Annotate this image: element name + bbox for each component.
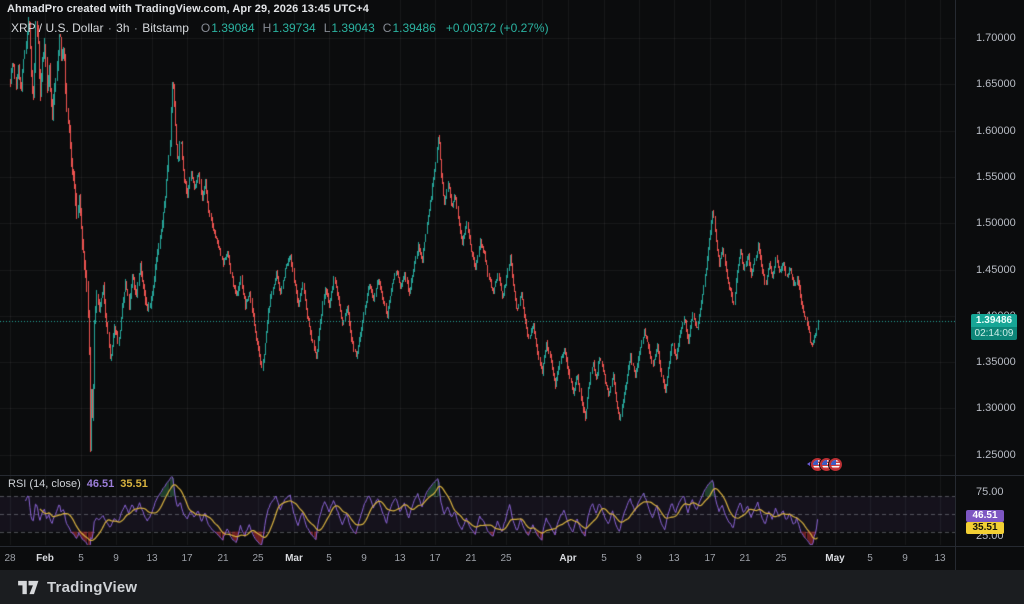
time-axis[interactable]: 28 Feb 5 9 13 17 21 25 Mar 5 9 13 17 21 25 Apr 5 9 13 17 21 2… [0, 546, 1024, 570]
us-flag-event-icon[interactable] [829, 458, 842, 471]
time-tick-label: 17 [181, 553, 192, 564]
change-value: +0.00372 (+0.27%) [446, 21, 549, 35]
time-tick-label: 28 [4, 553, 15, 564]
time-tick-label: 5 [78, 553, 84, 564]
time-tick-label: 5 [601, 553, 607, 564]
price-tick-label: 1.60000 [976, 125, 1016, 137]
time-month-label: Apr [559, 553, 576, 564]
tradingview-logo-icon[interactable] [17, 579, 40, 596]
price-tick-label: 1.65000 [976, 78, 1016, 90]
price-tick-label: 1.70000 [976, 32, 1016, 44]
high-value: 1.39734 [272, 21, 315, 35]
low-value: 1.39043 [331, 21, 374, 35]
price-tick-label: 1.30000 [976, 402, 1016, 414]
interval-label: 3h [116, 21, 129, 35]
close-label: C [383, 21, 392, 35]
high-label: H [263, 21, 272, 35]
symbol-name: XRP / U.S. Dollar [11, 21, 103, 35]
price-tick-label: 1.55000 [976, 171, 1016, 183]
open-value: 1.39084 [211, 21, 254, 35]
time-tick-label: 25 [500, 553, 511, 564]
footer-bar: TradingView [0, 570, 1024, 604]
time-month-label: Feb [36, 553, 54, 564]
low-label: L [324, 21, 331, 35]
time-tick-label: 9 [113, 553, 119, 564]
time-tick-label: 5 [326, 553, 332, 564]
chart-root: AhmadPro created with TradingView.com, A… [0, 0, 1024, 604]
exchange-label: Bitstamp [142, 21, 189, 35]
price-tick-label: 1.35000 [976, 356, 1016, 368]
price-tick-label: 1.45000 [976, 264, 1016, 276]
last-price-value: 1.39486 [971, 314, 1017, 327]
tradingview-brand[interactable]: TradingView [47, 579, 137, 596]
time-tick-label: 13 [934, 553, 945, 564]
time-tick-label: 5 [867, 553, 873, 564]
rsi-title[interactable]: RSI (14, close) [8, 478, 81, 490]
price-tick-label: 1.25000 [976, 449, 1016, 461]
close-value: 1.39486 [392, 21, 435, 35]
last-price-badge: 1.39486 02:14:09 [971, 314, 1017, 340]
price-tick-label: 1.50000 [976, 217, 1016, 229]
time-tick-label: 13 [146, 553, 157, 564]
time-tick-label: 9 [361, 553, 367, 564]
rsi-value: 46.51 [87, 478, 115, 490]
price-axis[interactable]: 1.70000 1.65000 1.60000 1.55000 1.50000 1.450… [955, 0, 1024, 570]
time-tick-label: 13 [668, 553, 679, 564]
ohlc-values: O1.39084 H1.39734 L1.39043 C1.39486 +0.0… [201, 21, 549, 35]
legend-separator: · [133, 21, 139, 35]
rsi-legend: RSI (14, close) 46.51 35.51 [8, 478, 148, 490]
time-tick-label: 21 [465, 553, 476, 564]
time-tick-label: 21 [217, 553, 228, 564]
time-month-label: May [825, 553, 844, 564]
rsi-tick-label: 75.00 [976, 486, 1004, 498]
attribution-text: AhmadPro created with TradingView.com, A… [7, 3, 369, 15]
time-tick-label: 17 [704, 553, 715, 564]
symbol-title[interactable]: XRP / U.S. Dollar · 3h · Bitstamp [11, 21, 189, 35]
rsi-ma-value: 35.51 [120, 478, 148, 490]
rsi-ma-badge: 35.51 [966, 522, 1004, 534]
legend-separator: · [107, 21, 113, 35]
time-month-label: Mar [285, 553, 303, 564]
time-tick-label: 25 [775, 553, 786, 564]
bar-countdown: 02:14:09 [971, 327, 1017, 340]
time-tick-label: 9 [902, 553, 908, 564]
time-tick-label: 17 [429, 553, 440, 564]
rsi-value-badge: 46.51 [966, 510, 1004, 522]
event-markers[interactable] [807, 457, 842, 471]
time-tick-label: 25 [252, 553, 263, 564]
time-tick-label: 21 [739, 553, 750, 564]
open-label: O [201, 21, 210, 35]
pane-resize-handle[interactable] [0, 475, 1024, 476]
symbol-legend: XRP / U.S. Dollar · 3h · Bitstamp O1.390… [11, 21, 549, 35]
time-tick-label: 9 [636, 553, 642, 564]
time-tick-label: 13 [394, 553, 405, 564]
